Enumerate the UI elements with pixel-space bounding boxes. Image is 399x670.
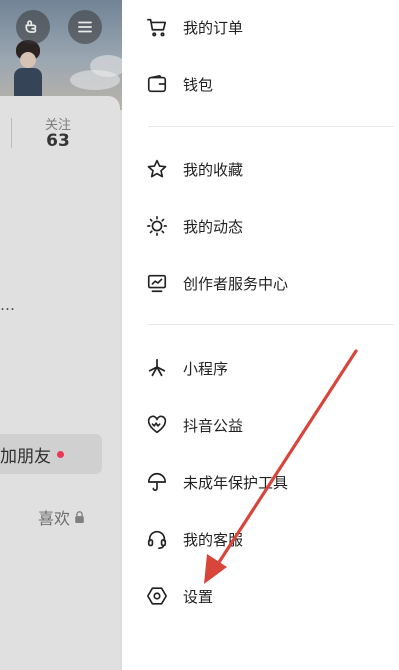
mini-program-icon [146, 357, 168, 379]
menu-divider [148, 324, 394, 325]
menu-item-wallet[interactable]: 钱包 [146, 64, 386, 104]
side-drawer-menu: 我的订单 钱包 我的收藏 我的动态 创作者服务中心 小程序 抖音公益 未成年保护… [122, 0, 399, 670]
menu-item-activity[interactable]: 我的动态 [146, 206, 386, 246]
umbrella-icon [146, 471, 168, 493]
menu-item-mini-programs[interactable]: 小程序 [146, 348, 386, 388]
creator-monitor-icon [146, 272, 168, 294]
cart-icon [146, 16, 168, 38]
menu-item-label: 创作者服务中心 [183, 274, 289, 293]
menu-item-minor-protection[interactable]: 未成年保护工具 [146, 462, 386, 502]
menu-item-settings[interactable]: 设置 [146, 576, 386, 616]
menu-item-orders[interactable]: 我的订单 [146, 7, 386, 47]
dim-overlay [0, 0, 122, 670]
menu-item-label: 未成年保护工具 [183, 473, 289, 492]
menu-item-charity[interactable]: 抖音公益 [146, 405, 386, 445]
profile-background-page: 关注 63 … 加朋友 喜欢 [0, 0, 122, 670]
menu-item-label: 抖音公益 [183, 416, 244, 435]
menu-divider [148, 126, 394, 127]
menu-item-label: 我的客服 [183, 530, 244, 549]
menu-item-label: 我的动态 [183, 217, 244, 236]
menu-item-label: 小程序 [183, 359, 229, 378]
menu-item-customer-service[interactable]: 我的客服 [146, 519, 386, 559]
menu-item-favorites[interactable]: 我的收藏 [146, 149, 386, 189]
heart-charity-icon [146, 414, 168, 436]
settings-hexagon-icon [146, 585, 168, 607]
activity-icon [146, 215, 168, 237]
star-icon [146, 158, 168, 180]
menu-item-label: 设置 [183, 587, 214, 606]
menu-item-creator-center[interactable]: 创作者服务中心 [146, 263, 386, 303]
menu-item-label: 我的收藏 [183, 160, 244, 179]
menu-item-label: 钱包 [183, 75, 214, 94]
menu-item-label: 我的订单 [183, 18, 244, 37]
wallet-icon [146, 73, 168, 95]
headset-icon [146, 528, 168, 550]
